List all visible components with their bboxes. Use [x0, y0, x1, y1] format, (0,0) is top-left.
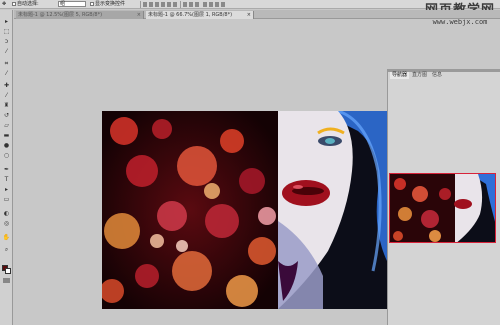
- align-middle-button[interactable]: [149, 2, 153, 7]
- marquee-tool-icon[interactable]: ⬚: [2, 28, 11, 36]
- thumbnail-image: [390, 174, 495, 242]
- blur-tool-icon[interactable]: ●: [2, 142, 11, 150]
- separator: [180, 1, 181, 8]
- align-bottom-button[interactable]: [155, 2, 159, 7]
- portrait-image: [278, 111, 387, 309]
- watermark-sub: www.webjx.com: [432, 18, 488, 26]
- document-tab-bar: 未标题-1 @ 12.5%(图层 5, RGB/8*) × 未标题-1 @ 66…: [14, 10, 500, 19]
- brush-tool-icon[interactable]: ⁄: [2, 92, 11, 100]
- checkbox-icon: [90, 1, 94, 6]
- align-left-button[interactable]: [161, 2, 165, 7]
- tab-document-2[interactable]: 未标题-1 @ 66.7%(图层 1, RGB/8*) ×: [146, 11, 254, 19]
- move-tool-icon[interactable]: ▸: [2, 18, 11, 26]
- eyedropper-tool-icon[interactable]: ⁄: [2, 70, 11, 78]
- crop-tool-icon[interactable]: ⌗: [2, 60, 11, 68]
- shape-tool-icon[interactable]: ▭: [2, 196, 11, 204]
- background-color-swatch[interactable]: [5, 268, 11, 274]
- distribute-center-button[interactable]: [209, 2, 213, 7]
- zoom-tool-icon[interactable]: ⌕: [2, 246, 11, 254]
- close-icon[interactable]: ×: [137, 11, 141, 19]
- tab-navigator[interactable]: 导航器: [390, 72, 410, 79]
- 3d-rotate-tool-icon[interactable]: ◐: [2, 210, 11, 218]
- quick-select-tool-icon[interactable]: ⁄: [2, 48, 11, 56]
- checkbox-icon: [12, 1, 16, 6]
- distribute-bottom-button[interactable]: [195, 2, 199, 7]
- tab-document-1[interactable]: 未标题-1 @ 12.5%(图层 5, RGB/8*) ×: [16, 11, 144, 19]
- history-brush-tool-icon[interactable]: ↺: [2, 112, 11, 120]
- separator: [140, 1, 141, 8]
- distribute-left-button[interactable]: [203, 2, 207, 7]
- document-canvas[interactable]: [102, 111, 387, 309]
- align-top-button[interactable]: [143, 2, 147, 7]
- pen-tool-icon[interactable]: ✒: [2, 166, 11, 174]
- quick-mask-button[interactable]: [3, 278, 10, 283]
- tab-label: 未标题-1 @ 12.5%(图层 5, RGB/8*): [18, 12, 103, 18]
- hand-tool-icon[interactable]: ✋: [2, 234, 11, 242]
- healing-tool-icon[interactable]: ✚: [2, 82, 11, 90]
- align-right-button[interactable]: [173, 2, 177, 7]
- auto-select-dropdown[interactable]: 组: [58, 1, 86, 7]
- path-select-tool-icon[interactable]: ▸: [2, 186, 11, 194]
- align-center-button[interactable]: [167, 2, 171, 7]
- bokeh-image: [102, 111, 278, 309]
- portrait-layer: [278, 111, 387, 309]
- auto-select-checkbox[interactable]: 自动选择:: [12, 1, 39, 8]
- tab-histogram[interactable]: 直方图: [410, 72, 429, 79]
- clone-stamp-tool-icon[interactable]: ♜: [2, 102, 11, 110]
- tab-info[interactable]: 信息: [430, 72, 444, 79]
- distribute-middle-button[interactable]: [189, 2, 193, 7]
- auto-select-label: 自动选择:: [17, 1, 39, 7]
- photoshop-window: ✥ 自动选择: 组 显示变换控件 网页教学网 www.webjx.com 未标题…: [0, 0, 500, 325]
- 3d-orbit-tool-icon[interactable]: ◎: [2, 220, 11, 228]
- auto-align-button[interactable]: [221, 2, 225, 7]
- close-icon[interactable]: ×: [247, 11, 251, 19]
- tab-label: 未标题-1 @ 66.7%(图层 1, RGB/8*): [148, 12, 233, 18]
- dodge-tool-icon[interactable]: ○: [2, 152, 11, 160]
- show-transform-label: 显示变换控件: [95, 1, 126, 7]
- gradient-tool-icon[interactable]: ▬: [2, 132, 11, 140]
- eraser-tool-icon[interactable]: ▱: [2, 122, 11, 130]
- type-tool-icon[interactable]: T: [2, 176, 11, 184]
- move-tool-icon[interactable]: ✥: [2, 1, 6, 8]
- distribute-top-button[interactable]: [183, 2, 187, 7]
- lasso-tool-icon[interactable]: ↄ: [2, 38, 11, 46]
- show-transform-checkbox[interactable]: 显示变换控件: [90, 1, 125, 8]
- tools-panel: ▸ ⬚ ↄ ⁄ ⌗ ⁄ ✚ ⁄ ♜ ↺ ▱ ▬ ● ○ ✒ T ▸ ▭ ◐ ◎ …: [0, 10, 13, 325]
- distribute-right-button[interactable]: [215, 2, 219, 7]
- navigator-thumbnail[interactable]: [389, 173, 496, 243]
- bokeh-layer: [102, 111, 278, 309]
